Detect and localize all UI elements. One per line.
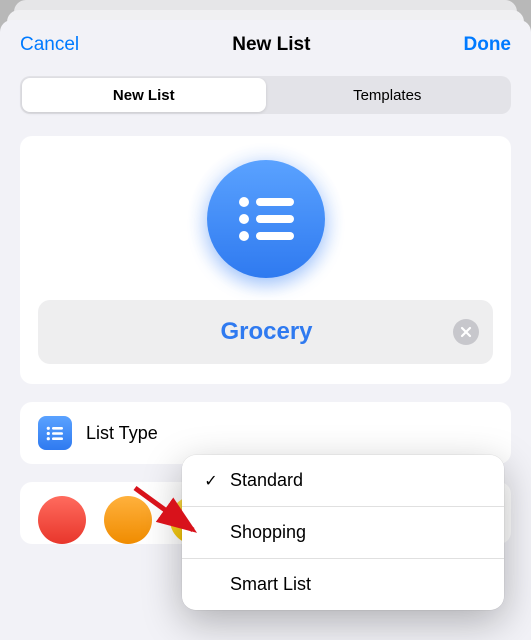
done-button[interactable]: Done [464, 34, 512, 56]
close-icon [460, 326, 472, 338]
color-swatch-red[interactable] [38, 496, 86, 544]
list-bullet-icon [46, 426, 64, 441]
popup-option-standard[interactable]: ✓ Standard [182, 455, 504, 507]
popup-option-label: Smart List [230, 574, 311, 595]
list-type-mini-icon [38, 416, 72, 450]
list-name-field[interactable] [38, 300, 493, 364]
list-icon-badge[interactable] [207, 160, 325, 278]
nav-bar: Cancel New List Done [0, 20, 531, 68]
color-swatch-orange[interactable] [104, 496, 152, 544]
popup-option-label: Standard [230, 470, 303, 491]
popup-option-smart-list[interactable]: Smart List [182, 559, 504, 610]
clear-text-button[interactable] [453, 319, 479, 345]
tab-segmented-control[interactable]: New List Templates [20, 76, 511, 114]
cancel-button[interactable]: Cancel [20, 34, 79, 56]
tab-templates[interactable]: Templates [266, 78, 510, 112]
list-type-label: List Type [86, 423, 158, 444]
list-preview-card [20, 136, 511, 384]
tab-new-list[interactable]: New List [22, 78, 266, 112]
popup-option-shopping[interactable]: Shopping [182, 507, 504, 559]
page-title: New List [232, 34, 310, 56]
popup-option-label: Shopping [230, 522, 306, 543]
checkmark-icon: ✓ [202, 471, 220, 491]
list-type-popup-menu: ✓ Standard Shopping Smart List [182, 455, 504, 610]
list-bullet-icon [236, 194, 296, 244]
list-name-input[interactable] [52, 318, 453, 346]
